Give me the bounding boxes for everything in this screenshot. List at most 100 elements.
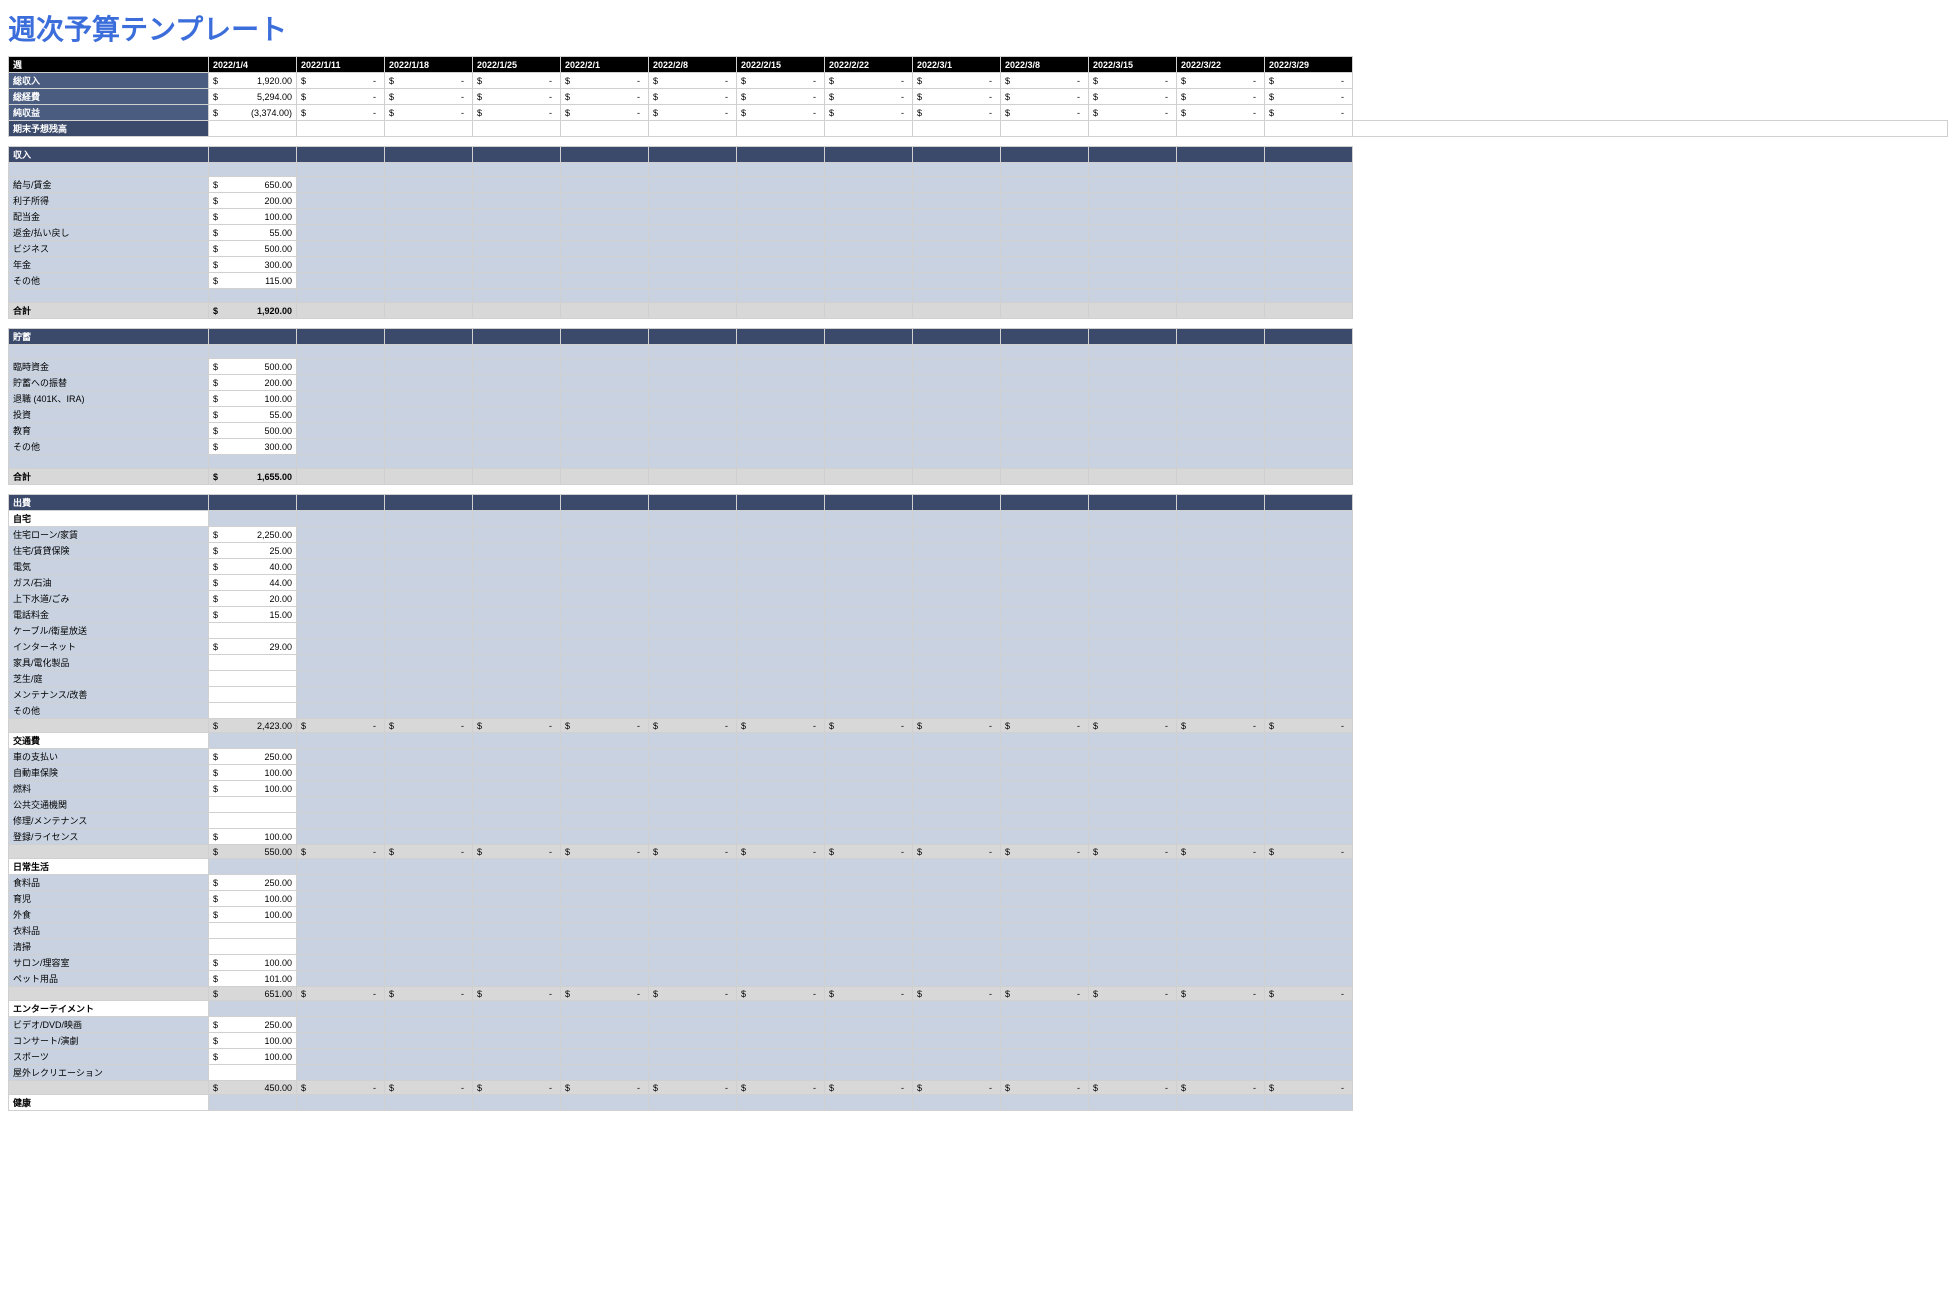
pad xyxy=(649,177,737,193)
pad xyxy=(297,455,385,469)
pad xyxy=(737,655,825,671)
pad xyxy=(473,1017,561,1033)
pad xyxy=(1089,209,1177,225)
subtotal-dash xyxy=(1177,845,1265,859)
subtotal-dash xyxy=(297,719,385,733)
pad xyxy=(825,375,913,391)
pad xyxy=(561,591,649,607)
pad xyxy=(1177,655,1265,671)
pad xyxy=(1265,273,1353,289)
pad xyxy=(649,163,737,177)
pad xyxy=(825,639,913,655)
pad xyxy=(1265,671,1353,687)
pad xyxy=(1265,971,1353,987)
pad xyxy=(913,859,1001,875)
row-val xyxy=(209,655,297,671)
pad xyxy=(913,163,1001,177)
pad xyxy=(1177,1033,1265,1049)
pad xyxy=(297,469,385,485)
pad xyxy=(385,749,473,765)
pad xyxy=(385,375,473,391)
pad xyxy=(1089,1033,1177,1049)
pad xyxy=(561,623,649,639)
pad xyxy=(1001,1033,1089,1049)
pad xyxy=(913,455,1001,469)
subtotal-dash xyxy=(561,987,649,1001)
pad xyxy=(1265,781,1353,797)
pad xyxy=(1265,687,1353,703)
pad xyxy=(913,1033,1001,1049)
summary-val xyxy=(1001,121,1089,137)
pad xyxy=(649,543,737,559)
pad xyxy=(561,303,649,319)
pad xyxy=(1177,177,1265,193)
pad xyxy=(1265,559,1353,575)
pad xyxy=(737,289,825,303)
pad xyxy=(825,939,913,955)
row-label: 衣料品 xyxy=(9,923,209,939)
pad xyxy=(473,781,561,797)
pad xyxy=(385,733,473,749)
pad xyxy=(1089,407,1177,423)
pad xyxy=(1177,575,1265,591)
row-label: 自動車保険 xyxy=(9,765,209,781)
pad xyxy=(649,591,737,607)
section-title-pad xyxy=(473,147,561,163)
summary-val xyxy=(913,73,1001,89)
pad xyxy=(737,273,825,289)
pad xyxy=(473,1033,561,1049)
pad xyxy=(473,1065,561,1081)
pad xyxy=(1177,859,1265,875)
pad xyxy=(297,375,385,391)
pad xyxy=(913,575,1001,591)
pad xyxy=(297,591,385,607)
pad xyxy=(913,875,1001,891)
pad xyxy=(473,559,561,575)
pad xyxy=(297,225,385,241)
summary-val xyxy=(1089,121,1177,137)
pad xyxy=(649,1049,737,1065)
pad xyxy=(561,859,649,875)
pad xyxy=(473,225,561,241)
subtotal-dash xyxy=(473,845,561,859)
pad xyxy=(913,923,1001,939)
pad xyxy=(649,303,737,319)
pad xyxy=(297,607,385,623)
subtotal-label xyxy=(9,719,209,733)
pad xyxy=(1001,971,1089,987)
pad xyxy=(1265,1001,1353,1017)
pad xyxy=(1265,639,1353,655)
pad xyxy=(825,1049,913,1065)
pad xyxy=(1001,273,1089,289)
pad xyxy=(825,781,913,797)
pad xyxy=(297,289,385,303)
pad xyxy=(385,1017,473,1033)
pad xyxy=(297,359,385,375)
pad xyxy=(561,375,649,391)
pad xyxy=(1177,891,1265,907)
pad xyxy=(913,939,1001,955)
summary-val xyxy=(385,89,473,105)
pad xyxy=(649,455,737,469)
pad xyxy=(825,163,913,177)
subtotal-dash xyxy=(561,845,649,859)
pad xyxy=(297,1001,385,1017)
pad xyxy=(1089,813,1177,829)
pad xyxy=(561,971,649,987)
pad xyxy=(561,1017,649,1033)
pad xyxy=(1265,1065,1353,1081)
pad xyxy=(1265,345,1353,359)
pad xyxy=(1265,591,1353,607)
section-title-pad xyxy=(1001,147,1089,163)
summary-val xyxy=(1265,121,1353,137)
pad xyxy=(825,797,913,813)
summary-val xyxy=(737,89,825,105)
pad xyxy=(385,575,473,591)
pad xyxy=(1177,765,1265,781)
pad xyxy=(473,345,561,359)
pad xyxy=(1265,875,1353,891)
section-title-pad xyxy=(649,147,737,163)
pad xyxy=(385,971,473,987)
pad xyxy=(561,813,649,829)
pad xyxy=(649,639,737,655)
